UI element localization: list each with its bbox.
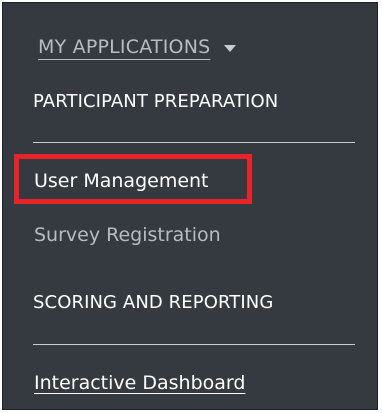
menu-item-interactive-dashboard[interactable]: Interactive Dashboard (34, 372, 245, 394)
section-heading-scoring-and-reporting: SCORING AND REPORTING (33, 292, 274, 313)
section-heading-participant-preparation: PARTICIPANT PREPARATION (33, 91, 279, 112)
menu-item-survey-registration[interactable]: Survey Registration (34, 224, 221, 246)
highlight-box (14, 154, 252, 204)
applications-menu-panel: MY APPLICATIONS PARTICIPANT PREPARATION … (2, 2, 378, 410)
section-divider (33, 344, 355, 345)
my-applications-dropdown[interactable]: MY APPLICATIONS (38, 36, 237, 58)
section-divider (33, 142, 355, 143)
caret-down-icon (224, 44, 237, 52)
my-applications-label: MY APPLICATIONS (38, 36, 211, 58)
